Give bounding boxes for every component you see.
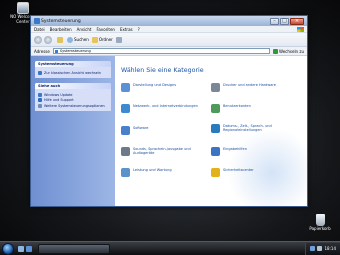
- recycle-bin-label: Papierkorb: [309, 226, 331, 231]
- performance-icon: [121, 168, 130, 177]
- maximize-button[interactable]: □: [280, 17, 289, 25]
- network-icon: [121, 104, 130, 113]
- internet-explorer-icon[interactable]: [26, 245, 32, 252]
- task-pane: Systemsteuerung Zur klassischen Ansicht …: [31, 56, 115, 206]
- category-printers-hardware[interactable]: Drucker und andere Hardware: [211, 83, 296, 92]
- printer-icon: [211, 83, 220, 92]
- menu-help[interactable]: ?: [138, 27, 140, 32]
- menu-datei[interactable]: Datei: [34, 27, 45, 32]
- category-view: Wählen Sie eine Kategorie Darstellung un…: [115, 56, 307, 206]
- volume-tray-icon[interactable]: [317, 246, 323, 251]
- windows-update-icon: [38, 92, 42, 97]
- go-arrow-icon: [272, 48, 278, 54]
- shield-icon: [211, 168, 220, 177]
- search-icon: [67, 36, 73, 43]
- accessibility-icon: [211, 147, 220, 156]
- switch-to-classic-view-link[interactable]: Zur klassischen Ansicht wechseln: [38, 70, 108, 75]
- more-options-icon: [38, 103, 42, 108]
- category-software[interactable]: Software: [121, 126, 206, 135]
- up-button[interactable]: [57, 36, 64, 43]
- control-panel-icon: [34, 18, 40, 24]
- control-panel-panel: Systemsteuerung Zur klassischen Ansicht …: [35, 61, 111, 78]
- content-area: Systemsteuerung Zur klassischen Ansicht …: [31, 56, 307, 206]
- user-accounts-icon: [211, 104, 220, 113]
- windows-logo-icon: [297, 26, 304, 32]
- address-input[interactable]: Systemsteuerung: [52, 48, 270, 54]
- taskbar-button-control-panel[interactable]: [38, 243, 110, 254]
- category-user-accounts[interactable]: Benutzerkonten: [211, 104, 296, 113]
- address-label: Adresse: [34, 48, 50, 54]
- category-accessibility[interactable]: Eingabehilfen: [211, 147, 296, 156]
- help-icon: [38, 98, 42, 102]
- software-icon: [121, 126, 130, 135]
- folders-button[interactable]: Ordner: [91, 36, 113, 43]
- back-button[interactable]: ‹: [34, 35, 42, 44]
- speaker-icon: [121, 147, 130, 156]
- address-bar: Adresse Systemsteuerung Wechseln zu: [31, 47, 307, 56]
- close-button[interactable]: ×: [290, 17, 304, 25]
- see-also-item-more-options[interactable]: Weitere Systemsteuerungsoptionen: [38, 103, 108, 108]
- control-panel-watermark: [227, 128, 307, 206]
- recycle-bin-desktop-icon[interactable]: Papierkorb: [305, 214, 335, 231]
- menu-bearbeiten[interactable]: Bearbeiten: [50, 27, 72, 32]
- page-title: Wählen Sie eine Kategorie: [121, 67, 204, 74]
- system-tray: 18:14: [305, 242, 340, 255]
- category-sounds-audio[interactable]: Sounds, Sprachein-/ausgabe und Audiogerä…: [121, 147, 206, 156]
- views-icon: [115, 36, 122, 43]
- search-button[interactable]: Suchen: [67, 36, 89, 43]
- category-network-internet[interactable]: Netzwerk- und Internetverbindungen: [121, 104, 206, 113]
- welcome-center-icon: [17, 2, 29, 14]
- start-button[interactable]: [2, 242, 14, 255]
- folders-label: Ordner: [98, 37, 113, 42]
- taskbar: 18:14: [0, 241, 340, 255]
- category-security-center[interactable]: Sicherheitscenter: [211, 168, 296, 177]
- see-also-item-help[interactable]: Hilfe und Support: [38, 98, 108, 102]
- folder-up-icon: [57, 36, 63, 43]
- minimize-button[interactable]: –: [270, 17, 279, 25]
- search-label: Suchen: [74, 37, 89, 42]
- menu-bar: Datei Bearbeiten Ansicht Favoriten Extra…: [31, 26, 307, 33]
- see-also-item-windows-update[interactable]: Windows Update: [38, 92, 108, 97]
- recycle-bin-icon: [315, 214, 325, 226]
- window-title: Systemsteuerung: [41, 18, 81, 24]
- control-panel-window: Systemsteuerung – □ × Datei Bearbeiten A…: [30, 15, 308, 207]
- title-bar[interactable]: Systemsteuerung – □ ×: [31, 16, 307, 26]
- switch-view-label: Zur klassischen Ansicht wechseln: [44, 70, 101, 75]
- network-tray-icon[interactable]: [310, 246, 316, 251]
- menu-ansicht[interactable]: Ansicht: [77, 27, 92, 32]
- show-desktop-icon[interactable]: [18, 245, 24, 252]
- classic-view-icon: [38, 70, 42, 75]
- appearance-icon: [121, 83, 130, 92]
- views-button[interactable]: [115, 36, 123, 43]
- go-button[interactable]: Wechseln zu: [272, 48, 304, 54]
- globe-clock-icon: [211, 124, 220, 133]
- category-performance-maintenance[interactable]: Leistung und Wartung: [121, 168, 206, 177]
- go-label: Wechseln zu: [278, 48, 304, 54]
- forward-button[interactable]: ›: [44, 35, 52, 44]
- see-also-panel: Siehe auch Windows Update Hilfe und Supp…: [35, 83, 111, 111]
- menu-extras[interactable]: Extras: [120, 27, 133, 32]
- category-date-time-region[interactable]: Datums-, Zeit-, Sprach- und Regionaleins…: [211, 124, 296, 133]
- clock[interactable]: 18:14: [324, 246, 336, 251]
- toolbar: ‹ › Suchen Ordner: [31, 33, 307, 47]
- menu-favoriten[interactable]: Favoriten: [96, 27, 115, 32]
- category-appearance[interactable]: Darstellung und Designs: [121, 83, 206, 92]
- folder-icon: [91, 36, 98, 43]
